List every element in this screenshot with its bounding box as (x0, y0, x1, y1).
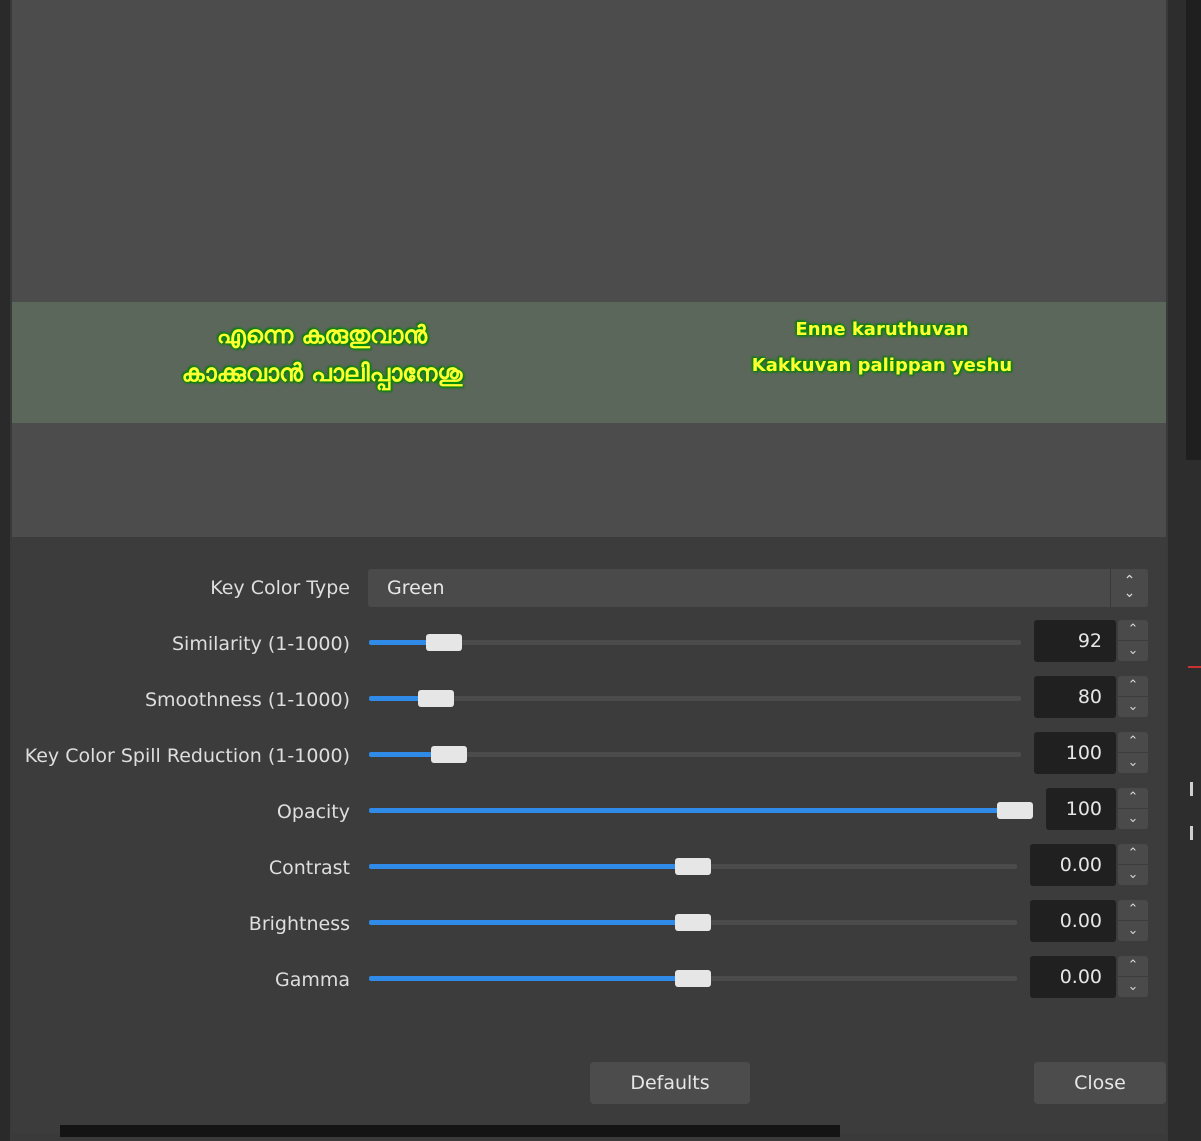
contrast-label: Contrast (268, 857, 350, 879)
lyric-transliteration: Enne karuthuvan Kakkuvan palippan yeshu (652, 312, 1112, 384)
lyric-transliteration-line-1: Enne karuthuvan (795, 319, 969, 340)
chevron-up-icon[interactable]: ⌃ (1118, 676, 1148, 696)
lyric-malayalam-line-2: കാക്കുവാൻ പാലിപ്പാനേശു (181, 359, 463, 387)
chevron-down-icon[interactable]: ⌄ (1118, 977, 1148, 997)
chevron-up-icon[interactable]: ⌃ (1118, 956, 1148, 976)
gamma-slider-handle[interactable] (675, 970, 711, 987)
chevron-up-icon[interactable]: ⌃ (1118, 620, 1148, 640)
smoothness-slider-handle[interactable] (418, 690, 455, 707)
contrast-slider-fill (369, 864, 693, 869)
background-red-marker (1188, 666, 1201, 668)
up-down-arrows-icon[interactable]: ⌃ ⌄ (1110, 569, 1148, 607)
similarity-value[interactable]: 92 (1034, 620, 1116, 662)
spill-reduction-label: Key Color Spill Reduction (1-1000) (24, 745, 350, 767)
brightness-slider-fill (369, 920, 693, 925)
lyric-transliteration-line-2: Kakkuvan palippan yeshu (751, 355, 1013, 376)
preview-area: എന്നെ കരുതുവാൻ കാക്കുവാൻ പാലിപ്പാനേശു En… (12, 0, 1166, 537)
smoothness-label: Smoothness (1-1000) (144, 689, 350, 711)
brightness-label: Brightness (248, 913, 350, 935)
chevron-down-icon[interactable]: ⌄ (1118, 641, 1148, 661)
contrast-value[interactable]: 0.00 (1030, 844, 1116, 886)
brightness-slider-handle[interactable] (675, 914, 711, 931)
contrast-slider-handle[interactable] (675, 858, 711, 875)
spill-reduction-slider[interactable] (369, 746, 1021, 763)
chevron-up-icon[interactable]: ⌃ (1118, 732, 1148, 752)
key-color-type-label: Key Color Type (210, 577, 350, 599)
chevron-up-icon[interactable]: ⌃ (1118, 844, 1148, 864)
window-left-border (0, 0, 10, 1141)
brightness-slider[interactable] (369, 914, 1017, 931)
similarity-slider[interactable] (369, 634, 1021, 651)
lyric-malayalam-line-1: എന്നെ കരുതുവാൻ (216, 321, 428, 349)
background-text-fragment-1 (1190, 782, 1193, 796)
defaults-button[interactable]: Defaults (590, 1062, 750, 1104)
background-window-strip (60, 1125, 840, 1137)
chevron-down-icon[interactable]: ⌄ (1118, 809, 1148, 829)
chevron-up-icon[interactable]: ⌃ (1118, 900, 1148, 920)
close-button[interactable]: Close (1034, 1062, 1166, 1104)
lyric-malayalam: എന്നെ കരുതുവാൻ കാക്കുവാൻ പാലിപ്പാനേശു (72, 316, 572, 392)
smoothness-value[interactable]: 80 (1034, 676, 1116, 718)
chevron-up-icon[interactable]: ⌃ (1118, 788, 1148, 808)
background-text-fragment-2 (1190, 826, 1193, 840)
key-color-type-select[interactable]: Green ⌃ ⌄ (368, 569, 1148, 607)
chevron-down-icon[interactable]: ⌄ (1118, 697, 1148, 717)
opacity-slider[interactable] (369, 802, 1033, 819)
gamma-label: Gamma (274, 969, 350, 991)
similarity-slider-handle[interactable] (425, 634, 462, 651)
brightness-value[interactable]: 0.00 (1030, 900, 1116, 942)
opacity-slider-handle[interactable] (997, 802, 1033, 819)
gamma-value[interactable]: 0.00 (1030, 956, 1116, 998)
similarity-label: Similarity (1-1000) (172, 633, 350, 655)
filter-properties-panel: Key Color Type Green ⌃ ⌄ Similarity (1-10… (12, 537, 1166, 1133)
opacity-label: Opacity (276, 801, 350, 823)
chevron-down-icon[interactable]: ⌄ (1118, 753, 1148, 773)
chevron-down-icon[interactable]: ⌄ (1118, 921, 1148, 941)
chevron-down-icon[interactable]: ⌄ (1118, 865, 1148, 885)
spill-reduction-value[interactable]: 100 (1034, 732, 1116, 774)
smoothness-slider[interactable] (369, 690, 1021, 707)
background-edge-dark (1186, 0, 1201, 460)
gamma-slider-fill (369, 976, 693, 981)
background-window-edge (1168, 0, 1201, 1141)
contrast-slider[interactable] (369, 858, 1017, 875)
keyed-source-band: എന്നെ കരുതുവാൻ കാക്കുവാൻ പാലിപ്പാനേശു En… (12, 302, 1166, 423)
gamma-slider[interactable] (369, 970, 1017, 987)
opacity-value[interactable]: 100 (1046, 788, 1116, 830)
spill-reduction-slider-handle[interactable] (430, 746, 467, 763)
key-color-type-value: Green (387, 577, 445, 599)
opacity-slider-fill (369, 808, 1015, 813)
